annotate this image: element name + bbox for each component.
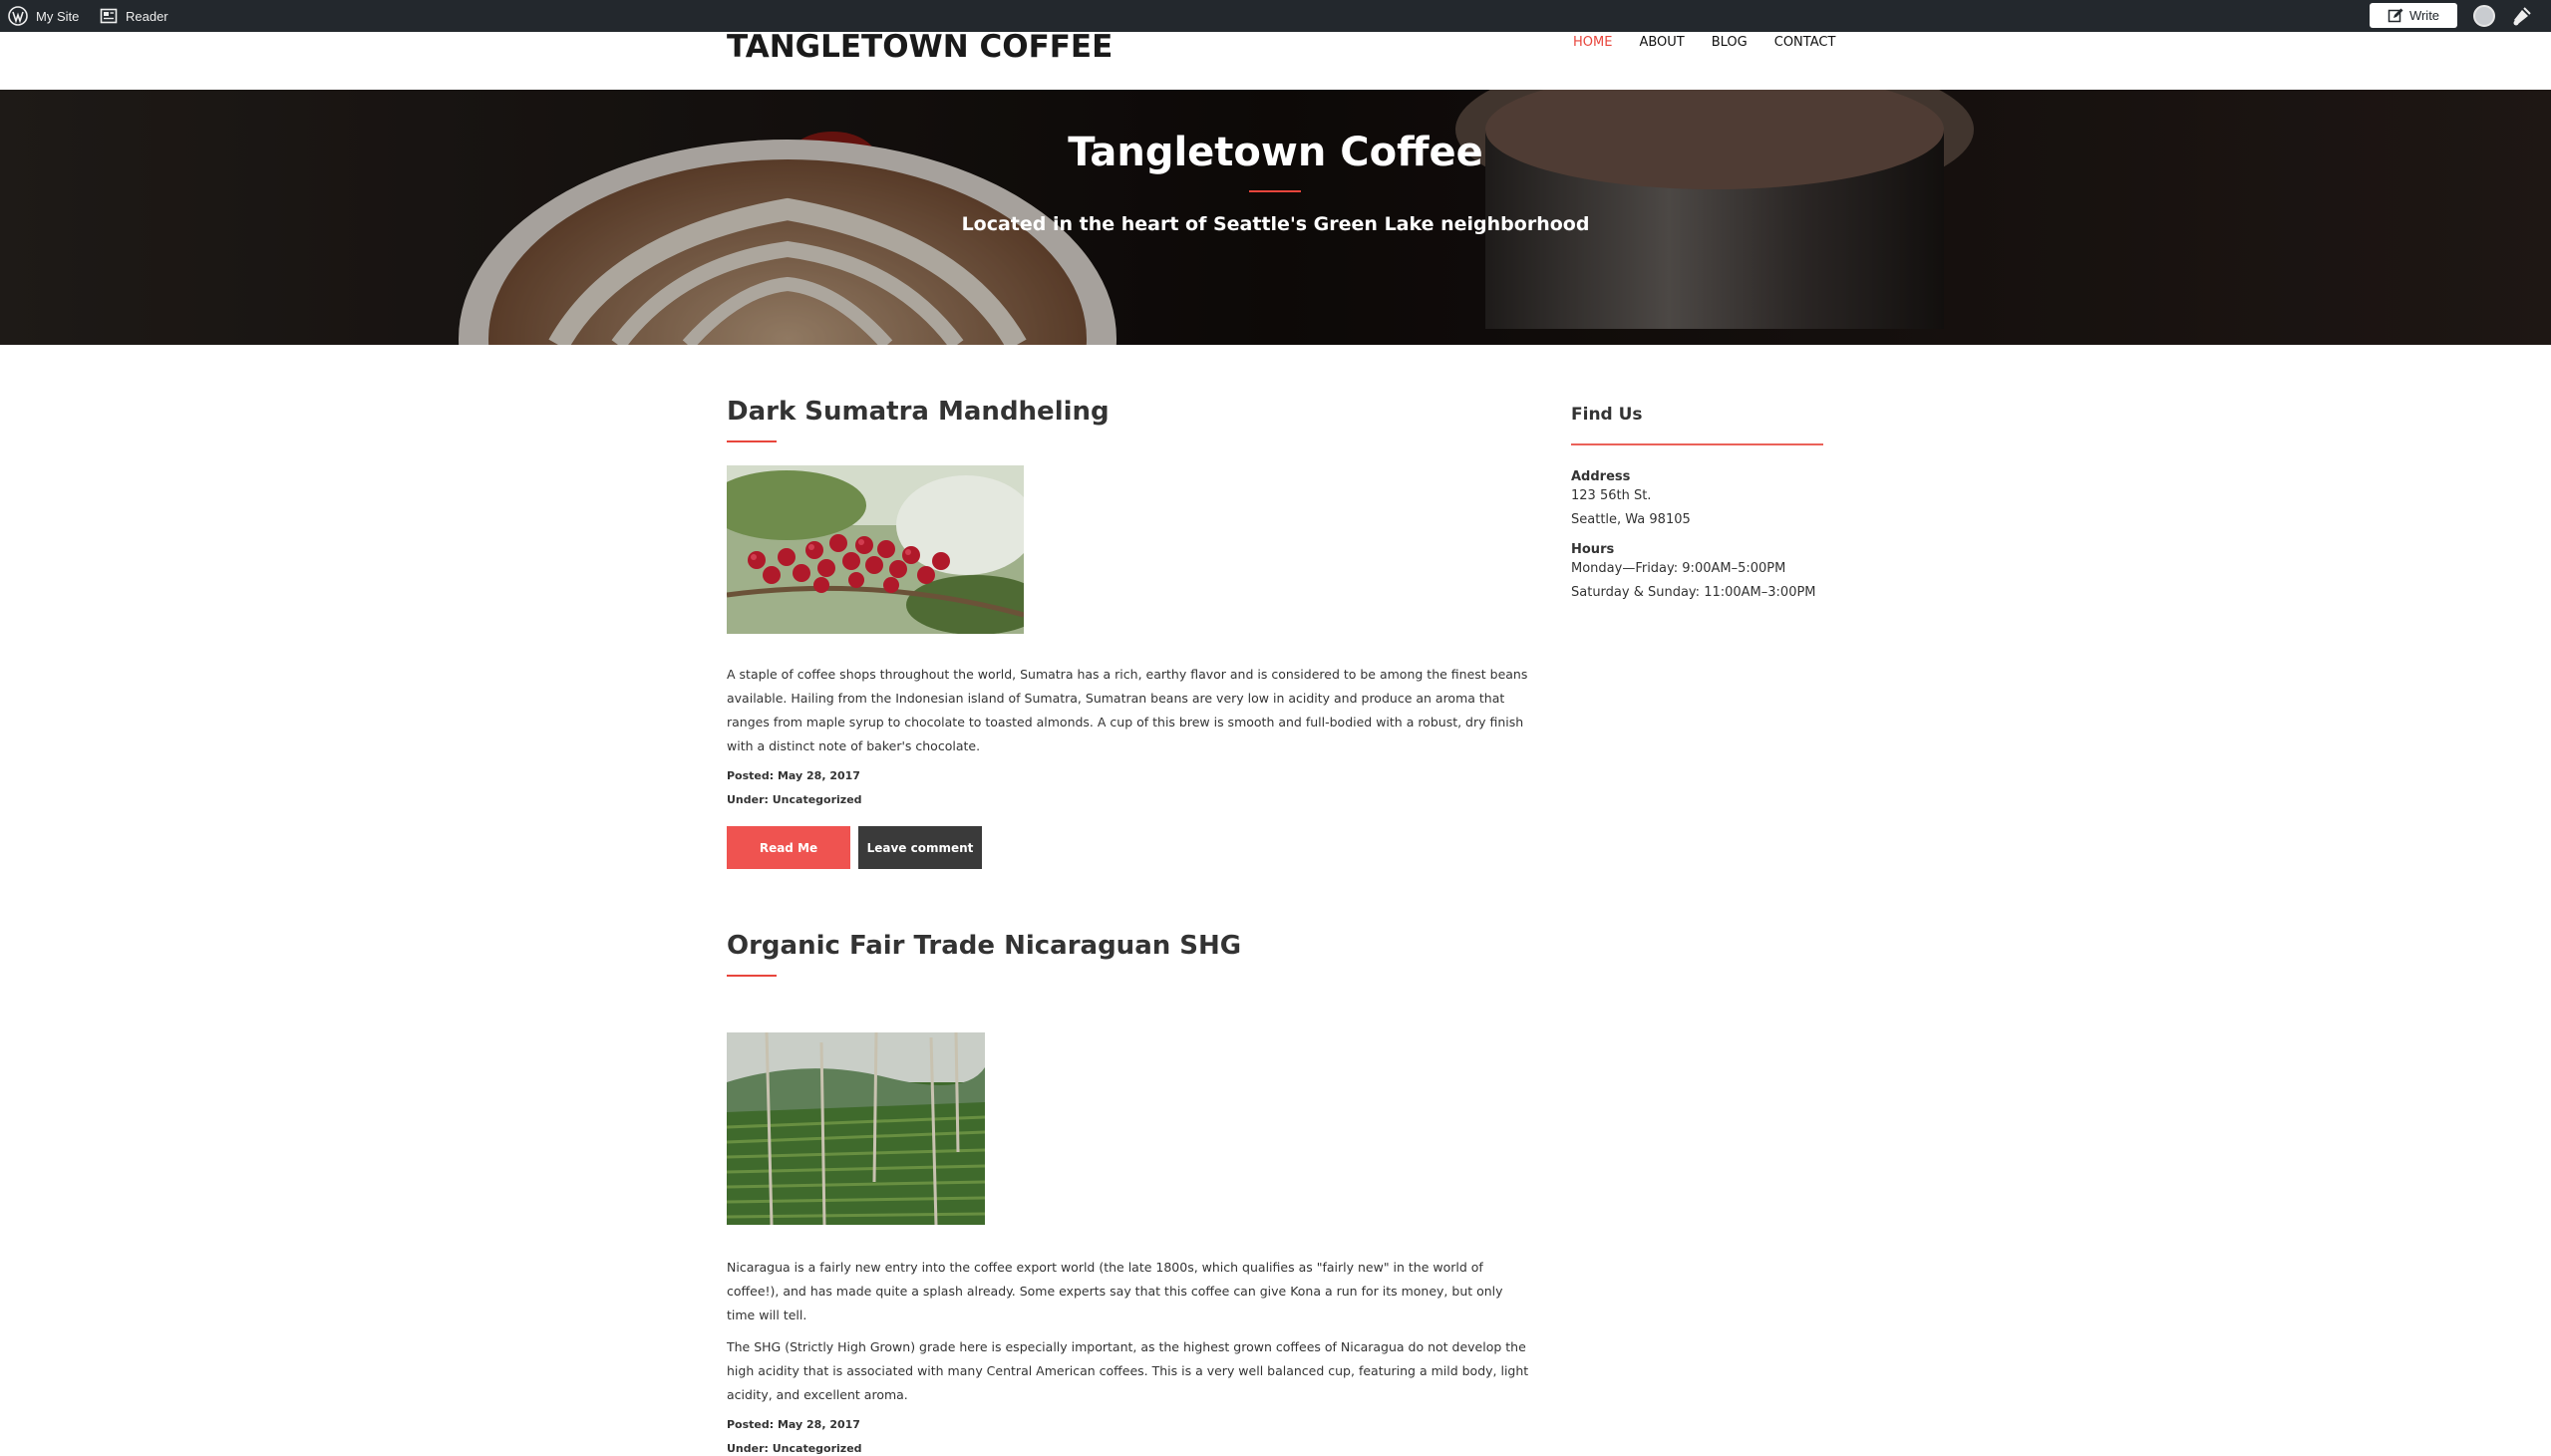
wordpress-icon <box>8 6 28 26</box>
post-title-divider <box>727 440 777 442</box>
post-actions: Read Me Leave comment <box>727 826 1534 869</box>
user-avatar[interactable] <box>2473 5 2495 27</box>
main-content: Dark Sumatra Mandheling A staple of coff… <box>727 345 1534 1456</box>
post-title[interactable]: Organic Fair Trade Nicaraguan SHG <box>727 931 1534 961</box>
nav-about[interactable]: ABOUT <box>1639 35 1684 50</box>
my-site-label: My Site <box>36 8 80 24</box>
hero-subtitle: Located in the heart of Seattle's Green … <box>961 213 1590 235</box>
reader-label: Reader <box>126 8 168 24</box>
notifications-bell-icon[interactable] <box>2510 6 2532 28</box>
post-paragraph: The SHG (Strictly High Grown) grade here… <box>727 1339 1529 1402</box>
address-label: Address <box>1571 469 1631 484</box>
post-dark-sumatra: Dark Sumatra Mandheling A staple of coff… <box>727 397 1534 869</box>
leave-comment-button[interactable]: Leave comment <box>858 826 982 869</box>
hero-banner: Tangletown Coffee Located in the heart o… <box>0 90 2551 345</box>
address-line-1: 123 56th St. <box>1571 488 1652 503</box>
write-label: Write <box>2408 8 2440 23</box>
find-us-title: Find Us <box>1571 405 1643 425</box>
sidebar: Find Us Address 123 56th St. Seattle, Wa… <box>1571 405 1823 605</box>
post-paragraph: Nicaragua is a fairly new entry into the… <box>727 1260 1503 1322</box>
my-site-link[interactable]: My Site <box>8 0 79 32</box>
nav-home[interactable]: HOME <box>1573 35 1612 50</box>
coffee-plantation-image <box>727 1032 985 1225</box>
post-nicaraguan-shg: Organic Fair Trade Nicaraguan SHG Nicara… <box>727 931 1534 1456</box>
read-me-button[interactable]: Read Me <box>727 826 850 869</box>
post-title[interactable]: Dark Sumatra Mandheling <box>727 397 1534 427</box>
hours-weekend: Saturday & Sunday: 11:00AM–3:00PM <box>1571 585 1816 600</box>
site-header: TANGLETOWN COFFEE HOME ABOUT BLOG CONTAC… <box>0 29 2551 90</box>
hours-weekday: Monday—Friday: 9:00AM–5:00PM <box>1571 561 1786 576</box>
reader-link[interactable]: Reader <box>100 0 168 32</box>
post-category[interactable]: Under: Uncategorized <box>727 1437 1534 1456</box>
post-date: Posted: May 28, 2017 <box>727 1418 860 1431</box>
hours-label: Hours <box>1571 542 1615 557</box>
post-title-divider <box>727 975 777 977</box>
find-us-divider <box>1571 443 1823 445</box>
hero-divider <box>1249 190 1301 192</box>
reader-icon <box>100 8 118 24</box>
site-title[interactable]: TANGLETOWN COFFEE <box>727 29 1113 65</box>
pencil-icon <box>2388 8 2403 22</box>
write-button[interactable]: Write <box>2370 3 2457 28</box>
coffee-cherries-image <box>727 465 1024 634</box>
nav-blog[interactable]: BLOG <box>1712 35 1748 50</box>
hero-title: Tangletown Coffee <box>1068 130 1483 175</box>
nav-contact[interactable]: CONTACT <box>1774 35 1836 50</box>
main-navigation: HOME ABOUT BLOG CONTACT <box>1573 35 1862 50</box>
post-excerpt: A staple of coffee shops throughout the … <box>727 667 1528 753</box>
address-line-2: Seattle, Wa 98105 <box>1571 512 1691 527</box>
admin-bar: My Site Reader Write <box>0 0 2551 32</box>
post-date: Posted: May 28, 2017 <box>727 769 860 782</box>
post-category[interactable]: Under: Uncategorized <box>727 788 1534 812</box>
